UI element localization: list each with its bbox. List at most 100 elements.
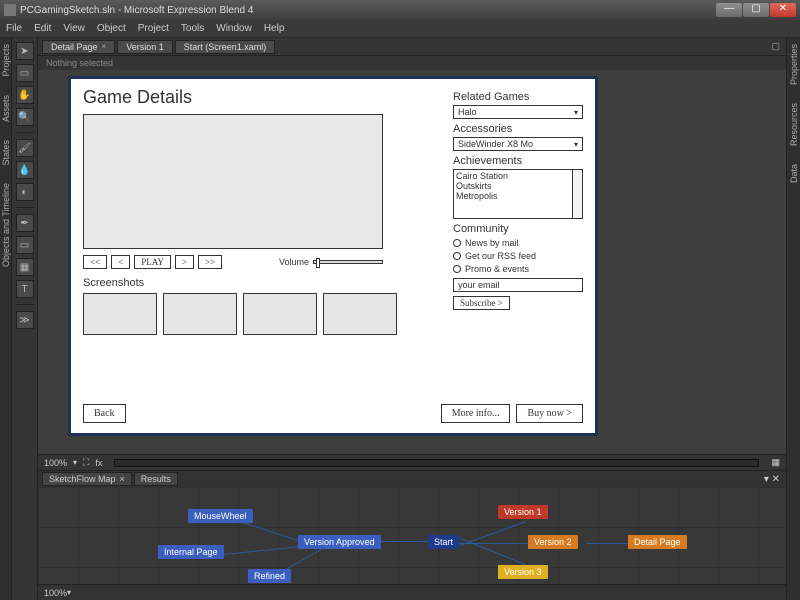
node-start[interactable]: Start bbox=[428, 535, 459, 549]
rectangle-tool-icon[interactable]: ▭ bbox=[16, 236, 34, 254]
menu-edit[interactable]: Edit bbox=[34, 23, 51, 34]
volume-label: Volume bbox=[279, 257, 309, 267]
radio-promo[interactable]: Promo & events bbox=[453, 264, 583, 274]
fit-icon[interactable]: ⛶ bbox=[83, 457, 89, 468]
menu-file[interactable]: File bbox=[6, 23, 22, 34]
direct-select-tool-icon[interactable]: ▭ bbox=[16, 64, 34, 82]
node-detail-page[interactable]: Detail Page bbox=[628, 535, 687, 549]
tab-objects-timeline[interactable]: Objects and Timeline bbox=[1, 183, 11, 267]
tab-sketchflow-map[interactable]: SketchFlow Map× bbox=[42, 472, 132, 486]
subscribe-button[interactable]: Subscribe > bbox=[453, 296, 510, 310]
achievements-list[interactable]: Cairo Station Outskirts Metropolis bbox=[453, 169, 583, 219]
prev-button[interactable]: < bbox=[111, 255, 130, 269]
screenshot-thumb[interactable] bbox=[243, 293, 317, 335]
title-bar: PCGamingSketch.sln - Microsoft Expressio… bbox=[0, 0, 800, 20]
list-item[interactable]: Outskirts bbox=[456, 181, 580, 191]
buy-now-button[interactable]: Buy now > bbox=[516, 404, 583, 423]
paint-tool-icon[interactable]: 💧 bbox=[16, 161, 34, 179]
chevron-down-icon: ▾ bbox=[574, 140, 578, 149]
minimize-button[interactable]: — bbox=[716, 3, 742, 17]
back-button[interactable]: Back bbox=[83, 404, 126, 423]
menu-window[interactable]: Window bbox=[216, 23, 252, 34]
menu-view[interactable]: View bbox=[63, 23, 85, 34]
sketchflow-panel: SketchFlow Map× Results ▾ ✕ MouseWheel I… bbox=[38, 470, 786, 600]
node-version-2[interactable]: Version 2 bbox=[528, 535, 578, 549]
rewind-button[interactable]: << bbox=[83, 255, 107, 269]
tab-results[interactable]: Results bbox=[134, 472, 178, 486]
volume-slider[interactable] bbox=[313, 260, 383, 264]
node-version-3[interactable]: Version 3 bbox=[498, 565, 548, 579]
panel-menu-icon[interactable]: ▾ ✕ bbox=[764, 474, 780, 485]
node-mousewheel[interactable]: MouseWheel bbox=[188, 509, 253, 523]
sketchflow-canvas[interactable]: MouseWheel Internal Page Version Approve… bbox=[38, 487, 786, 584]
menu-help[interactable]: Help bbox=[264, 23, 285, 34]
close-icon[interactable]: × bbox=[102, 42, 107, 51]
tab-assets[interactable]: Assets bbox=[1, 95, 11, 122]
selection-tool-icon[interactable]: ➤ bbox=[16, 42, 34, 60]
tool-strip: ➤ ▭ ✋ 🔍 🖌 💧 ◐ ✒ ▭ ▦ T ≫ bbox=[12, 38, 38, 600]
community-label: Community bbox=[453, 223, 583, 235]
pen-tool-icon[interactable]: ✒ bbox=[16, 214, 34, 232]
selection-status: Nothing selected bbox=[38, 56, 786, 70]
design-surface[interactable]: Game Details << < PLAY > >> Volume bbox=[38, 70, 786, 454]
snap-icon[interactable]: ▦ bbox=[771, 457, 780, 468]
list-item[interactable]: Cairo Station bbox=[456, 171, 580, 181]
app-icon bbox=[4, 4, 16, 16]
more-info-button[interactable]: More info... bbox=[441, 404, 511, 423]
artboard-zoom-bar: 100%▾ ⛶ fx ▦ bbox=[38, 454, 786, 470]
menu-project[interactable]: Project bbox=[138, 23, 169, 34]
layout-tool-icon[interactable]: ▦ bbox=[16, 258, 34, 276]
document-tabs: Detail Page× Version 1 Start (Screen1.xa… bbox=[38, 38, 786, 56]
achievements-label: Achievements bbox=[453, 155, 583, 167]
maximize-button[interactable]: ▢ bbox=[743, 3, 769, 17]
brush-tool-icon[interactable]: 🖌 bbox=[16, 139, 34, 157]
tab-projects[interactable]: Projects bbox=[1, 44, 11, 77]
menu-bar: File Edit View Object Project Tools Wind… bbox=[0, 20, 800, 38]
node-refined[interactable]: Refined bbox=[248, 569, 291, 583]
scrollbar[interactable] bbox=[572, 170, 582, 218]
text-tool-icon[interactable]: T bbox=[16, 280, 34, 298]
node-internal-page[interactable]: Internal Page bbox=[158, 545, 224, 559]
accessories-label: Accessories bbox=[453, 123, 583, 135]
ffwd-button[interactable]: >> bbox=[198, 255, 222, 269]
tab-states[interactable]: States bbox=[1, 140, 11, 166]
accessories-select[interactable]: SideWinder X8 Mo▾ bbox=[453, 137, 583, 151]
menu-object[interactable]: Object bbox=[97, 23, 126, 34]
horizontal-scrollbar[interactable] bbox=[114, 459, 759, 467]
zoom-level[interactable]: 100% bbox=[44, 458, 67, 468]
close-button[interactable]: ✕ bbox=[770, 3, 796, 17]
menu-tools[interactable]: Tools bbox=[181, 23, 204, 34]
screenshot-thumb[interactable] bbox=[323, 293, 397, 335]
radio-rss[interactable]: Get our RSS feed bbox=[453, 251, 583, 261]
list-item[interactable]: Metropolis bbox=[456, 191, 580, 201]
tab-version-1[interactable]: Version 1 bbox=[117, 40, 173, 54]
pan-tool-icon[interactable]: ✋ bbox=[16, 86, 34, 104]
screenshot-thumb[interactable] bbox=[83, 293, 157, 335]
asset-tool-icon[interactable]: ≫ bbox=[16, 311, 34, 329]
effects-icon[interactable]: fx bbox=[95, 458, 102, 468]
screenshots-label: Screenshots bbox=[83, 277, 397, 289]
node-version-1[interactable]: Version 1 bbox=[498, 505, 548, 519]
node-version-approved[interactable]: Version Approved bbox=[298, 535, 381, 549]
tab-start-screen[interactable]: Start (Screen1.xaml) bbox=[175, 40, 276, 54]
tab-resources[interactable]: Resources bbox=[789, 103, 799, 146]
restore-panels-icon[interactable]: ▢ bbox=[771, 41, 780, 52]
tab-properties[interactable]: Properties bbox=[789, 44, 799, 85]
radio-news[interactable]: News by mail bbox=[453, 238, 583, 248]
tab-data[interactable]: Data bbox=[789, 164, 799, 183]
chevron-down-icon: ▾ bbox=[574, 108, 578, 117]
gradient-tool-icon[interactable]: ◐ bbox=[16, 183, 34, 201]
zoom-tool-icon[interactable]: 🔍 bbox=[16, 108, 34, 126]
related-games-label: Related Games bbox=[453, 91, 583, 103]
close-icon[interactable]: × bbox=[120, 474, 125, 484]
left-panel-tabs: Projects Assets States Objects and Timel… bbox=[0, 38, 12, 600]
video-placeholder bbox=[83, 114, 383, 249]
artboard: Game Details << < PLAY > >> Volume bbox=[68, 76, 598, 436]
sf-zoom-level[interactable]: 100% bbox=[44, 588, 67, 598]
related-games-select[interactable]: Halo▾ bbox=[453, 105, 583, 119]
tab-detail-page[interactable]: Detail Page× bbox=[42, 40, 115, 54]
play-button[interactable]: PLAY bbox=[134, 255, 171, 269]
next-button[interactable]: > bbox=[175, 255, 194, 269]
screenshot-thumb[interactable] bbox=[163, 293, 237, 335]
email-field[interactable]: your email bbox=[453, 278, 583, 292]
